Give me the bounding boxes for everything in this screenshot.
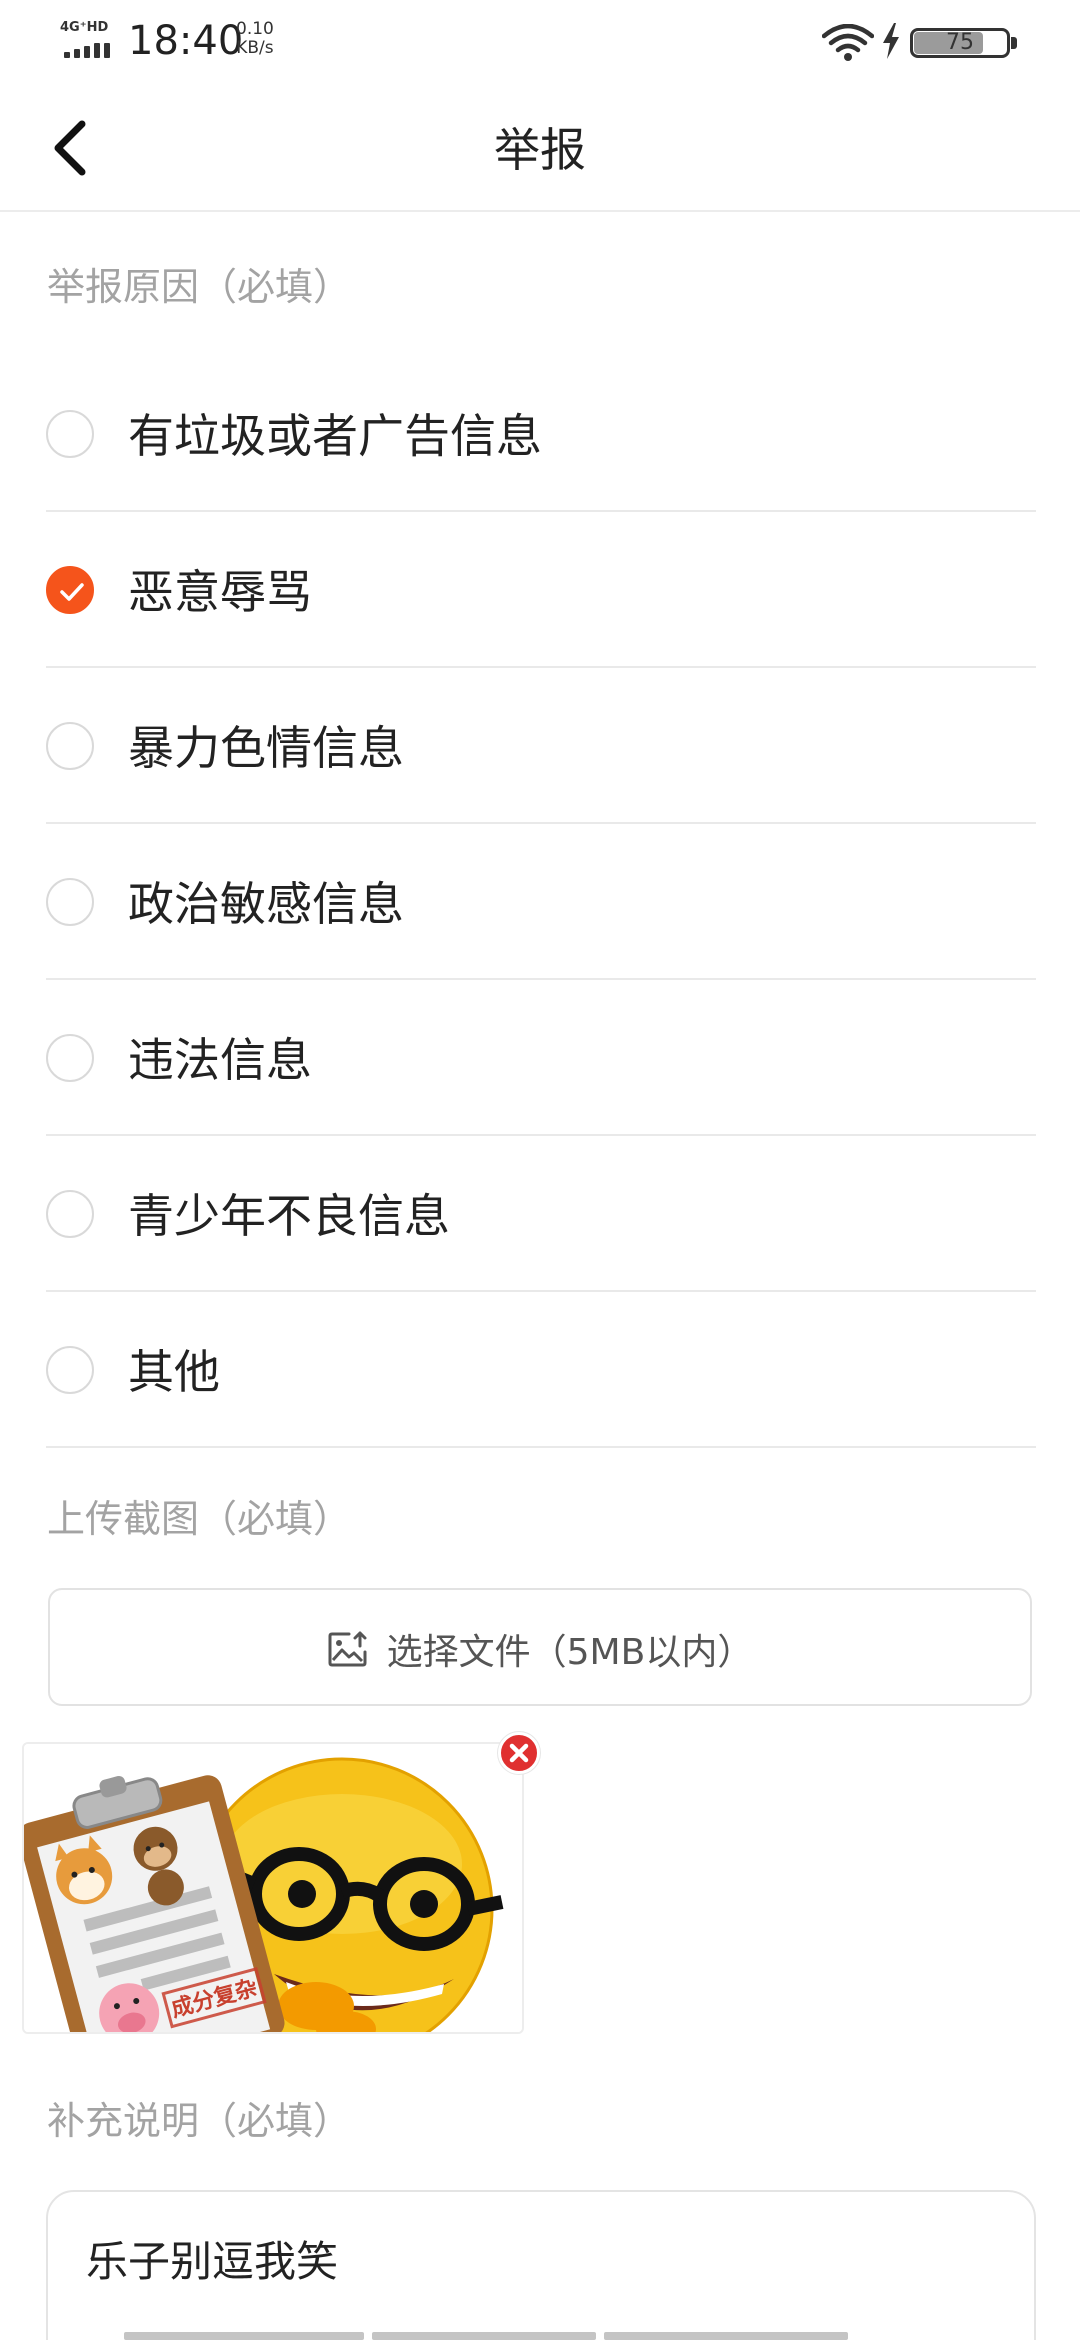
uploaded-screenshot-thumbnail[interactable]: 成分复杂 <box>22 1742 524 2034</box>
reason-section-label: 举报原因（必填） <box>47 265 352 309</box>
reason-label: 恶意辱骂 <box>128 565 312 619</box>
radio-button[interactable] <box>46 1346 94 1394</box>
radio-button[interactable] <box>46 1034 94 1082</box>
note-text-value: 乐子别逗我笑 <box>86 2237 339 2286</box>
reason-label: 政治敏感信息 <box>128 877 404 931</box>
choose-file-label: 选择文件（5MB以内） <box>386 1632 754 1673</box>
network-speed: 0.10 KB/s <box>236 20 274 58</box>
reason-label: 其他 <box>128 1345 220 1399</box>
reason-list: 有垃圾或者广告信息 恶意辱骂 暴力色情信息 政治敏感信息 违法信息 青少年不良信… <box>46 356 1036 1448</box>
battery-icon: 75 <box>910 28 1020 58</box>
reason-option-illegal[interactable]: 违法信息 <box>46 980 1036 1136</box>
close-circle-icon <box>509 1743 529 1763</box>
note-textarea[interactable]: 乐子别逗我笑 <box>46 2190 1036 2340</box>
reason-label: 有垃圾或者广告信息 <box>128 409 542 463</box>
reason-option-political[interactable]: 政治敏感信息 <box>46 824 1036 980</box>
note-section-label: 补充说明（必填） <box>47 2099 352 2143</box>
radio-button[interactable] <box>46 722 94 770</box>
reason-option-other[interactable]: 其他 <box>46 1292 1036 1448</box>
reason-label: 暴力色情信息 <box>128 721 404 775</box>
upload-section-label: 上传截图（必填） <box>47 1497 352 1541</box>
image-upload-icon <box>328 1631 367 1667</box>
status-bar: 4G⁺HD 18:40 0.10 KB/s 75 <box>0 0 1080 84</box>
battery-percent: 75 <box>946 30 974 55</box>
radio-button-checked[interactable] <box>46 566 94 614</box>
reason-option-minors[interactable]: 青少年不良信息 <box>46 1136 1036 1292</box>
charging-bolt-icon <box>883 23 899 59</box>
reason-option-abuse[interactable]: 恶意辱骂 <box>46 512 1036 668</box>
choose-file-button[interactable]: 选择文件（5MB以内） <box>48 1588 1032 1706</box>
keyboard-edge <box>124 2332 1004 2340</box>
chevron-left-icon <box>54 120 86 176</box>
reason-option-violence[interactable]: 暴力色情信息 <box>46 668 1036 824</box>
reason-option-spam[interactable]: 有垃圾或者广告信息 <box>46 356 1036 512</box>
network-speed-value: 0.10 <box>236 19 274 39</box>
reason-label: 青少年不良信息 <box>128 1189 450 1243</box>
reason-label: 违法信息 <box>128 1033 312 1087</box>
report-page: 4G⁺HD 18:40 0.10 KB/s 75 举报 举报原因（必填） 有垃圾… <box>0 0 1080 2340</box>
radio-button[interactable] <box>46 878 94 926</box>
back-button[interactable] <box>36 108 116 188</box>
clock: 18:40 <box>128 18 244 64</box>
network-type: 4G⁺HD <box>60 20 109 35</box>
radio-button[interactable] <box>46 1190 94 1238</box>
meme-image: 成分复杂 <box>24 1744 522 2032</box>
signal-icon: 4G⁺HD <box>60 20 116 60</box>
check-icon <box>60 583 84 601</box>
radio-button[interactable] <box>46 410 94 458</box>
delete-image-button[interactable] <box>498 1732 540 1774</box>
app-header: 举报 <box>0 84 1080 212</box>
network-speed-unit: KB/s <box>236 38 274 58</box>
wifi-icon <box>822 24 874 61</box>
page-title: 举报 <box>494 123 586 177</box>
